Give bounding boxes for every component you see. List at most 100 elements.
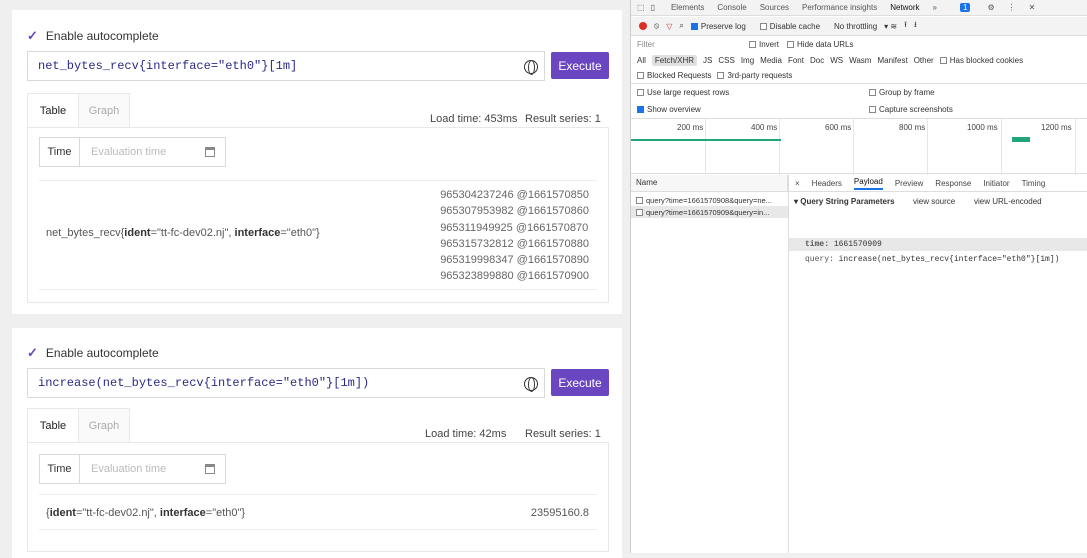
import-icon[interactable]: ⭱	[904, 19, 907, 33]
evaluation-time-picker[interactable]: Time Evaluation time	[39, 137, 226, 167]
tab-headers[interactable]: Headers	[812, 179, 842, 188]
close-icon[interactable]: ✕	[1029, 3, 1036, 12]
tab-sources[interactable]: Sources	[760, 3, 789, 12]
devtools-tabbar: ⬚ ▯ Elements Console Sources Performance…	[631, 0, 1087, 16]
tab-performance-insights[interactable]: Performance insights	[802, 3, 877, 12]
request-row[interactable]: query?time=1661570909&query=in...	[631, 206, 788, 218]
tab-graph[interactable]: Graph	[78, 408, 130, 443]
network-toolbar: ⦸ ▽ ⌕ Preserve log Disable cache No thro…	[631, 17, 1087, 36]
type-css[interactable]: CSS	[718, 56, 734, 65]
tab-response[interactable]: Response	[935, 179, 971, 188]
globe-icon[interactable]	[524, 377, 538, 392]
export-icon[interactable]: ⭳	[914, 19, 917, 33]
tab-timing[interactable]: Timing	[1022, 179, 1046, 188]
network-overview-timeline[interactable]: 200 ms 400 ms 600 ms 800 ms 1000 ms 1200…	[631, 118, 1087, 175]
resource-type-filters: All Fetch/XHR JS CSS Img Media Font Doc …	[631, 52, 1087, 68]
tab-payload[interactable]: Payload	[853, 177, 883, 190]
execute-button[interactable]: Execute	[551, 52, 609, 79]
capture-screenshots-checkbox[interactable]: Capture screenshots	[869, 105, 953, 114]
tab-console[interactable]: Console	[717, 3, 746, 12]
has-blocked-cookies-label: Has blocked cookies	[949, 55, 1024, 65]
expression-text: increase(net_bytes_recv{interface="eth0"…	[38, 376, 370, 390]
preserve-log-label: Preserve log	[700, 21, 746, 31]
record-icon[interactable]	[639, 22, 647, 30]
sample-value: 965307953982 @1661570860	[440, 205, 589, 218]
calendar-icon[interactable]	[205, 464, 215, 474]
throttling-select[interactable]: No throttling	[834, 22, 877, 31]
request-detail-tabs: × Headers Payload Preview Response Initi…	[789, 175, 1087, 192]
label-key-ident: ident	[49, 507, 76, 519]
load-time: Load time: 42ms	[425, 428, 507, 440]
autocomplete-toggle[interactable]: ✓ Enable autocomplete	[27, 345, 159, 361]
third-party-checkbox[interactable]: 3rd-party requests	[717, 71, 792, 80]
type-img[interactable]: Img	[741, 56, 754, 65]
type-manifest[interactable]: Manifest	[877, 56, 907, 65]
invert-checkbox[interactable]: Invert	[749, 40, 779, 49]
wifi-icon[interactable]: ▾ ≋	[884, 22, 897, 31]
param-value: 1661570909	[833, 240, 882, 249]
evaluation-time-picker[interactable]: Time Evaluation time	[39, 454, 226, 484]
preserve-log-checkbox[interactable]: Preserve log	[690, 21, 753, 31]
tab-graph[interactable]: Graph	[78, 93, 130, 128]
timeline-request-bar	[1012, 137, 1030, 142]
type-all[interactable]: All	[637, 56, 646, 65]
large-rows-checkbox[interactable]: Use large request rows	[637, 88, 729, 97]
view-url-encoded-link[interactable]: view URL-encoded	[974, 197, 1042, 206]
request-row[interactable]: query?time=1661570908&query=ne...	[631, 194, 788, 206]
label-value-interface: ="eth0"}	[205, 507, 246, 519]
type-other[interactable]: Other	[914, 56, 934, 65]
expression-input[interactable]: net_bytes_recv{interface="eth0"}[1m]	[27, 51, 545, 81]
group-by-frame-checkbox[interactable]: Group by frame	[869, 88, 935, 97]
eval-time-input[interactable]: Evaluation time	[80, 138, 225, 166]
type-js[interactable]: JS	[703, 56, 712, 65]
label-key-interface: interface	[159, 507, 206, 519]
series-labels: {ident="tt-fc-dev02.nj", interface="eth0…	[46, 507, 246, 519]
calendar-icon[interactable]	[205, 147, 215, 157]
has-blocked-cookies-checkbox[interactable]: Has blocked cookies	[939, 55, 1029, 65]
name-column-header[interactable]: Name	[631, 175, 788, 192]
type-wasm[interactable]: Wasm	[849, 56, 871, 65]
type-font[interactable]: Font	[788, 56, 804, 65]
tab-network[interactable]: Network	[890, 3, 919, 12]
device-toggle-icon[interactable]: ▯	[651, 3, 655, 12]
filter-icon[interactable]: ▽	[666, 22, 672, 31]
disable-cache-checkbox[interactable]: Disable cache	[759, 22, 827, 31]
type-fetch-xhr[interactable]: Fetch/XHR	[651, 54, 698, 66]
execute-button[interactable]: Execute	[551, 369, 609, 396]
tab-table[interactable]: Table	[27, 93, 79, 128]
view-source-link[interactable]: view source	[913, 197, 955, 206]
tab-elements[interactable]: Elements	[671, 3, 704, 12]
more-tabs-button[interactable]: »	[933, 3, 937, 12]
gear-icon[interactable]: ⚙	[987, 3, 994, 12]
query-string-section-header[interactable]: ▾ Query String Parameters	[794, 197, 895, 206]
invert-label: Invert	[759, 40, 780, 49]
issues-badge[interactable]: 1	[960, 3, 971, 12]
label-key-interface: interface	[234, 227, 281, 239]
hide-data-urls-checkbox[interactable]: Hide data URLs	[787, 40, 854, 49]
kebab-menu-icon[interactable]: ⋮	[1008, 3, 1016, 12]
eval-placeholder: Evaluation time	[91, 146, 167, 158]
show-overview-checkbox[interactable]: Show overview	[637, 105, 701, 114]
tab-initiator[interactable]: Initiator	[983, 179, 1009, 188]
sample-value: 965319998347 @1661570890	[440, 254, 589, 267]
label-value-ident: ="tt-fc-dev02.nj",	[150, 227, 235, 239]
expression-input[interactable]: increase(net_bytes_recv{interface="eth0"…	[27, 368, 545, 398]
clear-icon[interactable]: ⦸	[654, 21, 659, 31]
filter-input[interactable]: Filter	[637, 40, 749, 49]
timeline-tick: 400 ms	[751, 123, 778, 132]
inspect-icon[interactable]: ⬚	[637, 3, 645, 12]
tab-table[interactable]: Table	[27, 408, 79, 443]
globe-icon[interactable]	[524, 60, 538, 75]
type-doc[interactable]: Doc	[810, 56, 824, 65]
type-ws[interactable]: WS	[830, 56, 843, 65]
search-icon[interactable]: ⌕	[679, 21, 683, 31]
autocomplete-toggle[interactable]: ✓ Enable autocomplete	[27, 28, 159, 44]
blocked-requests-label: Blocked Requests	[647, 71, 712, 80]
sample-value: 965311949925 @1661570870	[440, 221, 589, 234]
tab-preview[interactable]: Preview	[895, 179, 923, 188]
type-media[interactable]: Media	[760, 56, 782, 65]
blocked-requests-checkbox[interactable]: Blocked Requests	[637, 71, 711, 80]
autocomplete-label: Enable autocomplete	[45, 29, 159, 43]
eval-time-input[interactable]: Evaluation time	[80, 455, 225, 483]
close-detail-icon[interactable]: ×	[795, 179, 800, 188]
